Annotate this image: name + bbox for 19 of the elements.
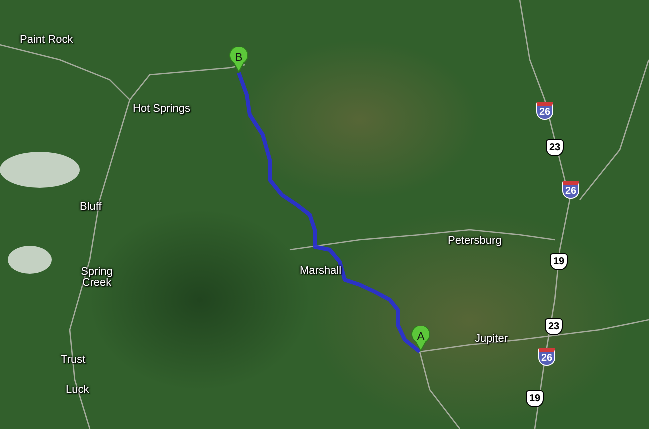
- highway-shield: 23: [546, 140, 564, 156]
- place-label: Spring Creek: [80, 267, 114, 289]
- place-label: Jupiter: [475, 334, 508, 345]
- place-label: Paint Rock: [20, 35, 74, 46]
- highway-shield: 19: [550, 254, 568, 270]
- map-marker[interactable]: B: [229, 47, 249, 73]
- map-marker[interactable]: A: [411, 326, 431, 352]
- place-label: Trust: [61, 355, 86, 366]
- interstate-shield: 26: [562, 181, 580, 199]
- interstate-shield: 26: [538, 348, 556, 366]
- place-label: Hot Springs: [133, 104, 190, 115]
- place-label: Petersburg: [448, 236, 502, 247]
- highway-shield: 23: [545, 318, 563, 336]
- satellite-map[interactable]: Paint Rock Hot Springs Bluff Spring Creek Trust Luck Marshall Petersburg Jupiter 26 23 26 19 23 26 19 B A: [0, 0, 649, 429]
- highway-shield: 19: [526, 390, 544, 408]
- place-label: Luck: [66, 385, 90, 396]
- place-label: Bluff: [80, 202, 102, 213]
- place-label: Marshall: [300, 266, 342, 277]
- interstate-shield: 26: [536, 102, 554, 120]
